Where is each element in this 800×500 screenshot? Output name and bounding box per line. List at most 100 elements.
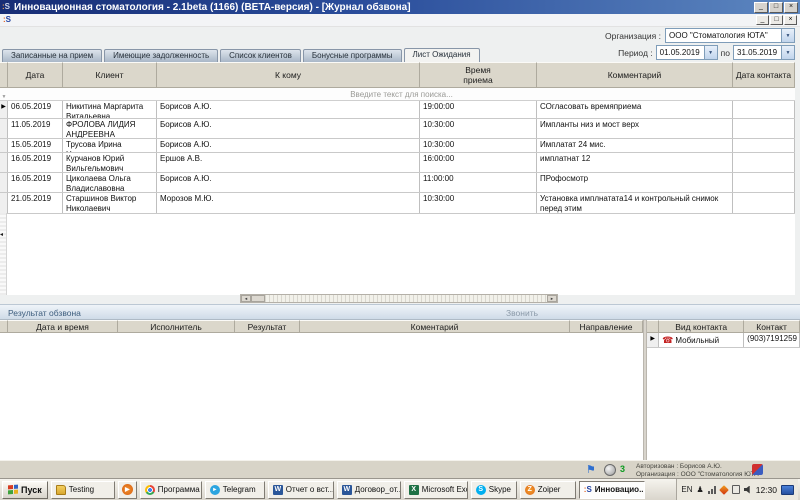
column-header-executor[interactable]: Исполнитель — [118, 320, 235, 333]
chevron-down-icon[interactable]: ▼ — [781, 46, 794, 59]
close-button[interactable]: × — [784, 2, 798, 13]
taskbar-item-telegram[interactable]: ▸ Telegram — [205, 481, 265, 499]
mdi-close-button[interactable]: × — [784, 15, 797, 25]
column-header-to-whom[interactable]: К кому — [157, 62, 420, 88]
taskbar-item-excel[interactable]: X Microsoft Exc... — [404, 481, 468, 499]
panel-splitter[interactable]: ◂ — [0, 213, 7, 295]
network-tray-icon[interactable] — [781, 485, 794, 495]
period-label: Период : — [618, 48, 653, 58]
flag-icon[interactable]: ⚑ — [586, 463, 596, 476]
scrollbar-track[interactable] — [265, 295, 547, 302]
period-from-input[interactable]: 01.05.2019 ▼ — [656, 45, 718, 60]
cell-time: 16:00:00 — [420, 153, 537, 172]
cell-client: Курчанов Юрий Вильгельмович — [63, 153, 157, 172]
column-header-client[interactable]: Клиент — [63, 62, 157, 88]
row-indicator-icon: ▶ — [647, 333, 659, 347]
taskbar-item-word-report[interactable]: W Отчет о вст... — [268, 481, 334, 499]
antivirus-icon[interactable] — [719, 485, 729, 495]
mdi-minimize-button[interactable]: _ — [756, 15, 769, 25]
taskbar: Пуск Testing ▶ Программа д... ▸ Telegram… — [0, 478, 800, 500]
taskbar-item-app-active[interactable]: :S Инновацио... — [579, 481, 645, 499]
windows-logo-icon — [8, 485, 18, 495]
column-header-contact[interactable]: Контакт — [744, 320, 800, 333]
cell-comment: СОгласовать времяприема — [537, 101, 733, 118]
cell-time: 10:30:00 — [420, 139, 537, 152]
cell-comment: Установка имплнатата14 и контрольный сни… — [537, 193, 733, 213]
taskbar-item-word-contract[interactable]: W Договор_от... — [337, 481, 401, 499]
tab-clients[interactable]: Список клиентов — [220, 49, 301, 62]
organization-text: Организация : ООО "Стоматология ЮТА" — [636, 471, 761, 478]
chevron-down-icon[interactable]: ▼ — [704, 46, 717, 59]
cell-time: 10:30:00 — [420, 119, 537, 138]
word-icon: W — [273, 485, 283, 495]
indicator-header-cell — [647, 320, 659, 333]
grid-header-row: Вид контакта Контакт — [647, 320, 800, 333]
tab-waiting-list[interactable]: Лист Ожидания — [404, 48, 480, 62]
cell-time: 19:00:00 — [420, 101, 537, 118]
column-header-datetime[interactable]: Дата и время — [8, 320, 118, 333]
signal-icon[interactable] — [708, 486, 716, 494]
organization-row: Организация : ООО "Стоматология ЮТА" ▼ — [605, 28, 795, 43]
column-header-comment[interactable]: Коментарий — [300, 320, 570, 333]
tab-debtors[interactable]: Имеющие задолженность — [104, 49, 218, 62]
mdi-restore-button[interactable]: □ — [770, 15, 783, 25]
cell-client: ФРОЛОВА ЛИДИЯ АНДРЕЕВНА — [63, 119, 157, 138]
column-header-comment[interactable]: Комментарий — [537, 62, 733, 88]
table-row[interactable]: 21.05.2019 Старшинов Виктор Николаевич М… — [0, 193, 795, 214]
taskbar-item-testing[interactable]: Testing — [51, 481, 115, 499]
table-row[interactable]: ▶ ☎Мобильный (903)7191259 — [647, 333, 800, 348]
language-indicator[interactable]: EN — [681, 485, 692, 494]
call-result-header: Результат обзвона Звонить — [0, 304, 800, 320]
taskbar-item-zoiper[interactable]: Z Zoiper — [520, 481, 576, 499]
quick-launch-button[interactable]: ▶ — [118, 481, 137, 499]
tab-bonus-programs[interactable]: Бонусные программы — [303, 49, 402, 62]
user-coin-icon — [604, 464, 616, 476]
table-row[interactable]: 11.05.2019 ФРОЛОВА ЛИДИЯ АНДРЕЕВНА Борис… — [0, 119, 795, 139]
period-to-input[interactable]: 31.05.2019 ▼ — [733, 45, 795, 60]
column-header-time[interactable]: Время приема — [420, 62, 537, 88]
window-title: Инновационная стоматология - 2.1beta (11… — [14, 2, 411, 13]
call-button[interactable]: Звонить — [506, 308, 538, 318]
tray-person-icon[interactable]: ♟ — [697, 486, 704, 494]
volume-icon[interactable] — [744, 486, 752, 494]
notification-icon[interactable] — [752, 464, 763, 475]
column-header-contact-date[interactable]: Дата контакта — [733, 62, 795, 88]
chevron-down-icon[interactable]: ▼ — [781, 29, 794, 42]
status-texts: Авторизован : Борисов А.Ю. Организация :… — [636, 463, 761, 478]
column-header-contact-type[interactable]: Вид контакта — [659, 320, 744, 333]
cell-contact-date — [733, 139, 795, 152]
search-input[interactable]: Введите текст для поиска... — [8, 90, 795, 99]
cell-comment: Импланты низ и мост верх — [537, 119, 733, 138]
table-row[interactable]: 15.05.2019 Трусова Ирина Николаевна Бори… — [0, 139, 795, 153]
cell-date: 11.05.2019 — [8, 119, 63, 138]
scroll-left-icon[interactable]: ◄ — [241, 295, 251, 302]
column-header-date[interactable]: Дата — [8, 62, 63, 88]
tab-strip: Записанные на прием Имеющие задолженност… — [2, 48, 482, 62]
cell-contact-date — [733, 173, 795, 192]
column-header-direction[interactable]: Направление — [570, 320, 643, 333]
scroll-right-icon[interactable]: ► — [547, 295, 557, 302]
organization-select[interactable]: ООО "Стоматология ЮТА" ▼ — [665, 28, 795, 43]
chrome-icon — [145, 485, 155, 495]
cell-client: Трусова Ирина Николаевна — [63, 139, 157, 152]
cell-contact-number: (903)7191259 — [744, 333, 800, 347]
taskbar-item-skype[interactable]: S Skype — [471, 481, 517, 499]
minimize-button[interactable]: _ — [754, 2, 768, 13]
zoiper-icon: Z — [525, 485, 535, 495]
restore-button[interactable]: □ — [769, 2, 783, 13]
start-button[interactable]: Пуск — [2, 481, 48, 499]
folder-icon — [56, 485, 66, 495]
horizontal-scrollbar[interactable]: ◄ ► — [240, 294, 558, 303]
table-row[interactable]: 16.05.2019 Курчанов Юрий Вильгельмович Е… — [0, 153, 795, 173]
taskbar-item-browser[interactable]: Программа д... — [140, 481, 202, 499]
scrollbar-thumb[interactable] — [251, 295, 265, 302]
clipboard-icon[interactable] — [732, 485, 740, 494]
table-row[interactable]: ▶ 06.05.2019 Никитина Маргарита Витальев… — [0, 101, 795, 119]
clock[interactable]: 12:30 — [756, 485, 777, 495]
table-row[interactable]: 16.05.2019 Циколаева Ольга Владиславовна… — [0, 173, 795, 193]
tab-appointments[interactable]: Записанные на прием — [2, 49, 102, 62]
grid-search-row[interactable]: ▼ Введите текст для поиска... — [0, 88, 795, 101]
contacts-grid: Вид контакта Контакт ▶ ☎Мобильный (903)7… — [647, 320, 800, 460]
column-header-result[interactable]: Результат — [235, 320, 300, 333]
system-tray: EN ♟ 12:30 — [676, 479, 798, 500]
